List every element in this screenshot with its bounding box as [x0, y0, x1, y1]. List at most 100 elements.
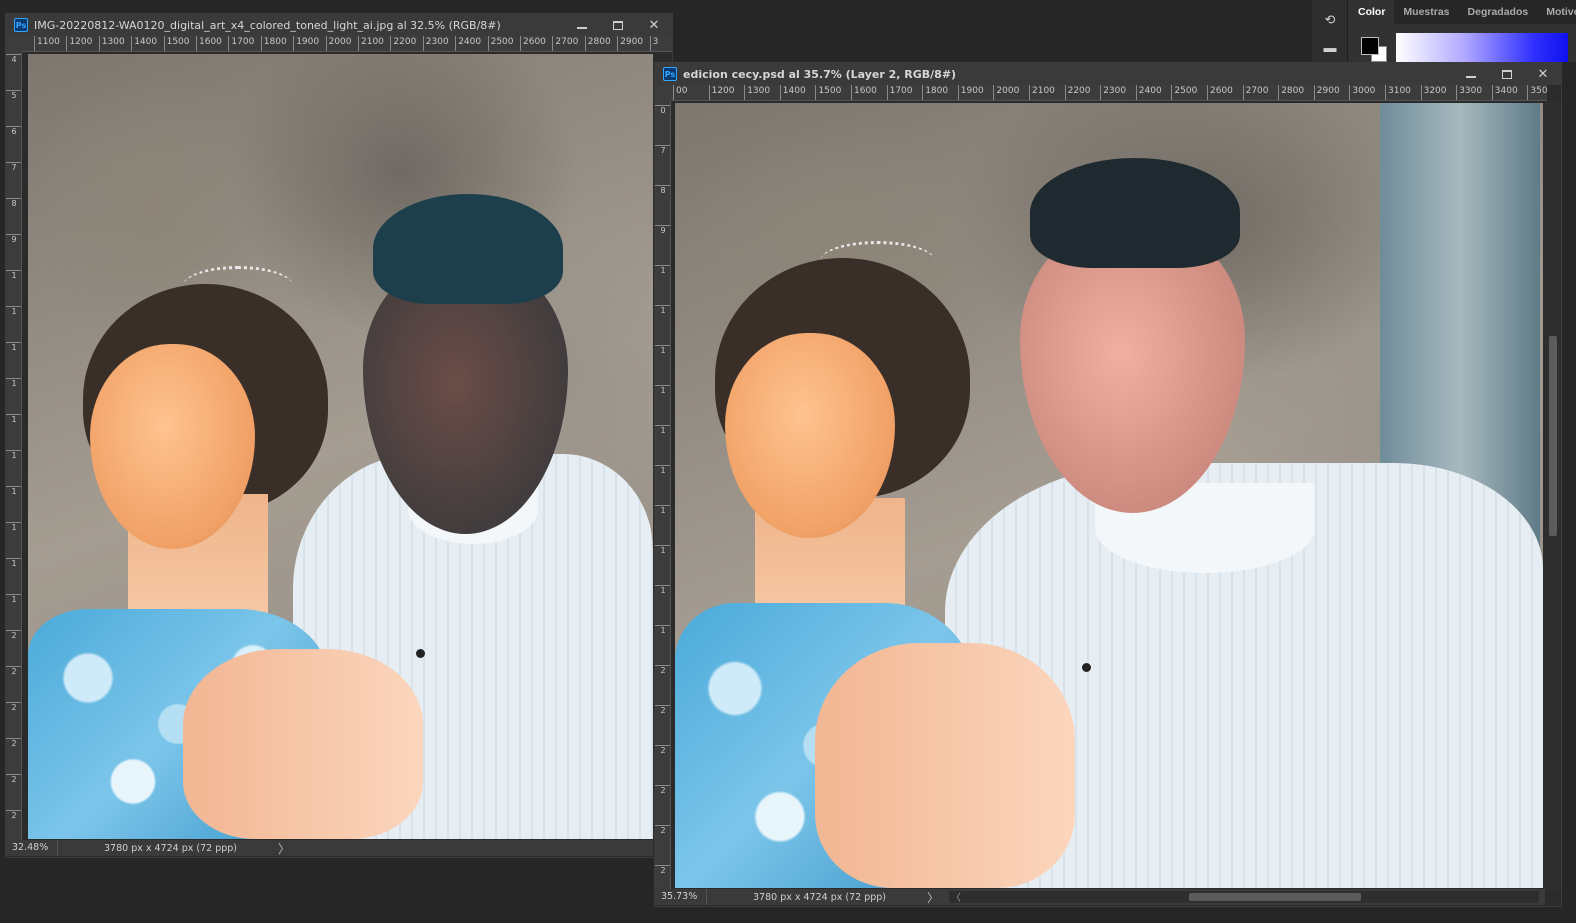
status-arrow-icon[interactable]: 〉	[927, 889, 939, 906]
close-icon: ✕	[1537, 66, 1549, 81]
zoom-level[interactable]: 32.48%	[6, 840, 58, 856]
ruler-corner	[6, 36, 22, 52]
ruler-tick-label: 1	[6, 486, 21, 496]
ruler-corner	[655, 85, 671, 101]
ruler-tick-label: 1	[655, 585, 670, 595]
girl-tiara	[183, 266, 293, 306]
ruler-tick-label: 1700	[228, 36, 254, 51]
document-info[interactable]: 3780 px x 4724 px (72 ppp)	[707, 892, 927, 903]
horizontal-ruler[interactable]: 00 1200 1300 1400 1500 1600 1700 1800 1900 2000 21…	[671, 85, 1547, 101]
ruler-tick-label: 5	[6, 90, 21, 100]
ruler-tick-label: 2	[6, 810, 21, 820]
ruler-tick-label: 3200	[1420, 85, 1447, 100]
ruler-tick-label: 1400	[779, 85, 806, 100]
ruler-tick-label: 7	[6, 162, 21, 172]
horizontal-scrollbar[interactable]: 〈	[949, 889, 1540, 904]
window-2-title: edicion cecy.psd al 35.7% (Layer 2, RGB/…	[683, 67, 957, 81]
tab-motivo[interactable]: Motivo	[1537, 0, 1576, 24]
ruler-tick-label: 1	[655, 265, 670, 275]
ruler-tick-label: 1800	[922, 85, 948, 100]
canvas-1[interactable]	[28, 54, 653, 839]
minimize-button[interactable]	[1453, 63, 1489, 85]
ruler-tick-label: 7	[655, 145, 670, 155]
ruler-tick-label: 2900	[617, 36, 643, 51]
ruler-tick-label: 1100	[34, 36, 60, 51]
close-button[interactable]: ✕	[1525, 63, 1561, 85]
ruler-tick-label: 00	[673, 85, 687, 100]
girl-arm	[183, 649, 423, 839]
ruler-tick-label: 1	[655, 305, 670, 315]
ruler-tick-label: 1700	[886, 85, 913, 100]
ruler-tick-label: 4	[6, 54, 21, 64]
canvas-2[interactable]	[675, 103, 1543, 888]
ruler-tick-label: 1	[655, 385, 670, 395]
man-hair	[1030, 158, 1240, 268]
ruler-tick-label: 3	[649, 36, 658, 51]
ruler-tick-label: 8	[655, 185, 670, 195]
tab-muestras[interactable]: Muestras	[1394, 0, 1458, 24]
ruler-tick-label: 1	[6, 414, 21, 424]
ruler-tick-label: 1	[655, 545, 670, 555]
tab-degradados[interactable]: Degradados	[1459, 0, 1538, 24]
ruler-tick-label: 3100	[1385, 85, 1411, 100]
ruler-tick-label: 2200	[390, 36, 416, 51]
ruler-tick-label: 3000	[1349, 85, 1375, 100]
tab-color[interactable]: Color	[1349, 0, 1395, 24]
ruler-tick-label: 1900	[957, 85, 984, 100]
maximize-button[interactable]	[1489, 63, 1525, 85]
panel-tool-strip: ⟲ ▬	[1312, 0, 1348, 62]
ruler-tick-label: 2	[655, 705, 670, 715]
ruler-tick-label: 2800	[1278, 85, 1304, 100]
history-icon[interactable]: ⟲	[1322, 12, 1338, 28]
ruler-tick-label: 2500	[1171, 85, 1197, 100]
document-window-2[interactable]: Ps edicion cecy.psd al 35.7% (Layer 2, R…	[654, 62, 1562, 907]
document-info[interactable]: 3780 px x 4724 px (72 ppp)	[58, 843, 278, 854]
vertical-scroll-thumb[interactable]	[1549, 336, 1557, 536]
ruler-tick-label: 1	[6, 450, 21, 460]
ruler-tick-label: 1	[6, 342, 21, 352]
ruler-tick-label: 9	[655, 225, 670, 235]
status-arrow-icon[interactable]: 〉	[278, 840, 290, 857]
ruler-tick-label: 2700	[1242, 85, 1269, 100]
ruler-tick-label: 1	[655, 625, 670, 635]
ruler-tick-label: 1200	[66, 36, 92, 51]
ruler-tick-label: 2600	[520, 36, 546, 51]
ruler-tick-label: 3400	[1491, 85, 1518, 100]
document-window-1[interactable]: Ps IMG-20220812-WA0120_digital_art_x4_co…	[5, 13, 673, 858]
ruler-tick-label: 2100	[358, 36, 384, 51]
girl-tiara	[820, 241, 935, 281]
ruler-tick-label: 8	[6, 198, 21, 208]
vertical-ruler[interactable]: 0 7 8 9 1 1 1 1 1 1 1 1 1 1 2 2 2 2 2 2	[655, 101, 671, 891]
ruler-tick-label: 1	[6, 558, 21, 568]
status-bar-2: 35.73% 3780 px x 4724 px (72 ppp) 〉 〈	[655, 889, 1545, 905]
scroll-left-icon[interactable]: 〈	[951, 889, 961, 904]
ruler-tick-label: 0	[655, 105, 670, 115]
comment-icon[interactable]: ▬	[1322, 40, 1338, 56]
ruler-tick-label: 2800	[584, 36, 611, 51]
close-button[interactable]: ✕	[636, 14, 672, 36]
horizontal-ruler[interactable]: 1100 1200 1300 1400 1500 1600 1700 1800 1900 2000…	[22, 36, 672, 52]
ruler-tick-label: 1	[655, 465, 670, 475]
girl-arm	[815, 643, 1075, 888]
ruler-tick-label: 2400	[455, 36, 481, 51]
window-1-titlebar[interactable]: Ps IMG-20220812-WA0120_digital_art_x4_co…	[6, 14, 672, 36]
minimize-button[interactable]	[564, 14, 600, 36]
maximize-button[interactable]	[600, 14, 636, 36]
ruler-tick-label: 1	[6, 270, 21, 280]
man-hair	[373, 194, 563, 304]
ruler-tick-label: 1400	[131, 36, 157, 51]
ruler-tick-label: 2	[655, 665, 670, 675]
minimize-icon	[577, 27, 587, 29]
vertical-scrollbar[interactable]	[1545, 101, 1561, 891]
vertical-ruler[interactable]: 4 5 6 7 8 9 1 1 1 1 1 1 1 1 1 1 2 2 2 2 2 2	[6, 52, 22, 842]
ruler-tick-label: 1300	[744, 85, 770, 100]
ruler-tick-label: 2	[655, 825, 670, 835]
window-2-titlebar[interactable]: Ps edicion cecy.psd al 35.7% (Layer 2, R…	[655, 63, 1561, 85]
ruler-tick-label: 2700	[552, 36, 578, 51]
foreground-color-swatch[interactable]	[1361, 37, 1379, 55]
color-spectrum[interactable]	[1396, 33, 1568, 62]
horizontal-scroll-thumb[interactable]	[1189, 893, 1362, 901]
ruler-tick-label: 2	[655, 865, 670, 875]
ruler-tick-label: 1	[655, 425, 670, 435]
zoom-level[interactable]: 35.73%	[655, 889, 707, 905]
